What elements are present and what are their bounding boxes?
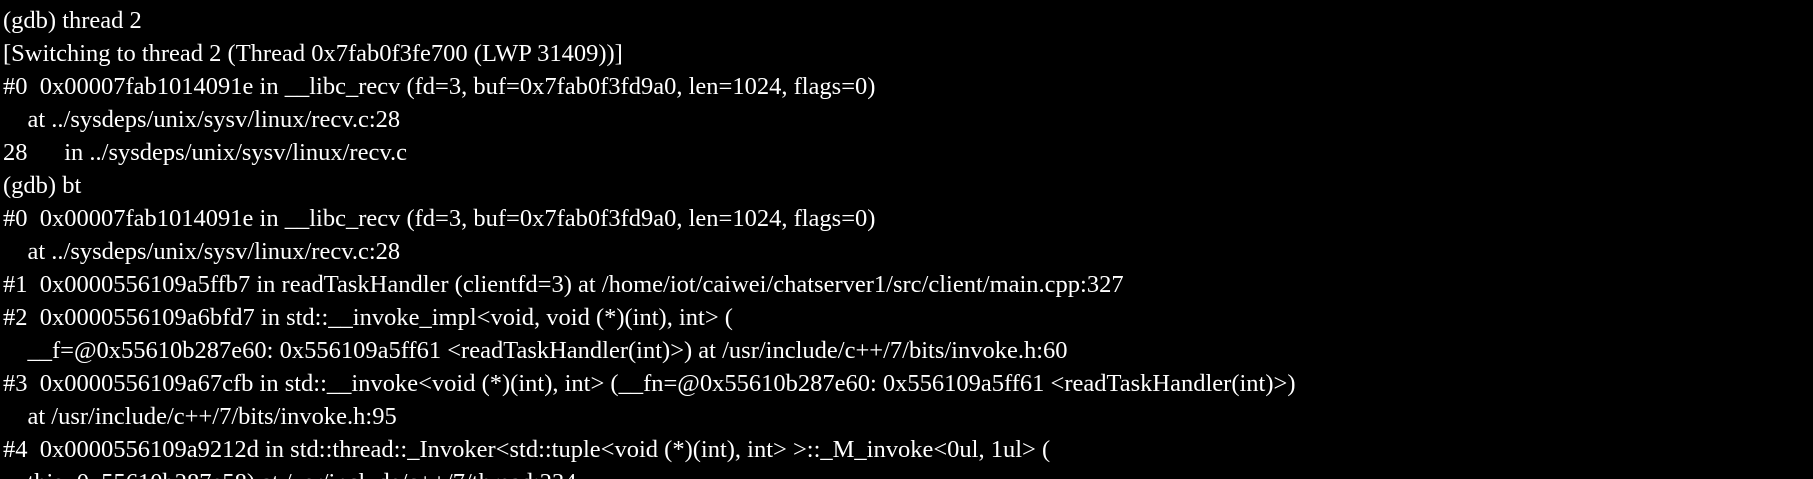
terminal-window[interactable]: (gdb) thread 2 [Switching to thread 2 (Th… [0, 0, 1813, 479]
terminal-output-area[interactable]: (gdb) thread 2 [Switching to thread 2 (Th… [0, 0, 1813, 479]
terminal-line: at ../sysdeps/unix/sysv/linux/recv.c:28 [3, 238, 401, 265]
gdb-output: (gdb) thread 2 [Switching to thread 2 (Th… [3, 4, 1295, 479]
terminal-line: #4 0x0000556109a9212d in std::thread::_I… [3, 436, 1051, 463]
terminal-line: #0 0x00007fab1014091e in __libc_recv (fd… [3, 73, 876, 100]
terminal-line: #3 0x0000556109a67cfb in std::__invoke<v… [3, 370, 1296, 397]
terminal-line: at ../sysdeps/unix/sysv/linux/recv.c:28 [3, 106, 401, 133]
terminal-line: at /usr/include/c++/7/bits/invoke.h:95 [3, 403, 397, 430]
terminal-line: #1 0x0000556109a5ffb7 in readTaskHandler… [3, 271, 1124, 298]
terminal-line: (gdb) bt [3, 172, 82, 199]
terminal-line: 28 in ../sysdeps/unix/sysv/linux/recv.c [3, 139, 407, 166]
terminal-line: this=0x55610b287e58) at /usr/include/c++… [3, 466, 1295, 479]
terminal-line: #0 0x00007fab1014091e in __libc_recv (fd… [3, 205, 876, 232]
terminal-line: __f=@0x55610b287e60: 0x556109a5ff61 <rea… [3, 337, 1068, 364]
terminal-line: #2 0x0000556109a6bfd7 in std::__invoke_i… [3, 304, 733, 331]
terminal-top-edge [0, 0, 1813, 4]
terminal-line: (gdb) thread 2 [3, 7, 142, 34]
terminal-line: [Switching to thread 2 (Thread 0x7fab0f3… [3, 40, 623, 67]
